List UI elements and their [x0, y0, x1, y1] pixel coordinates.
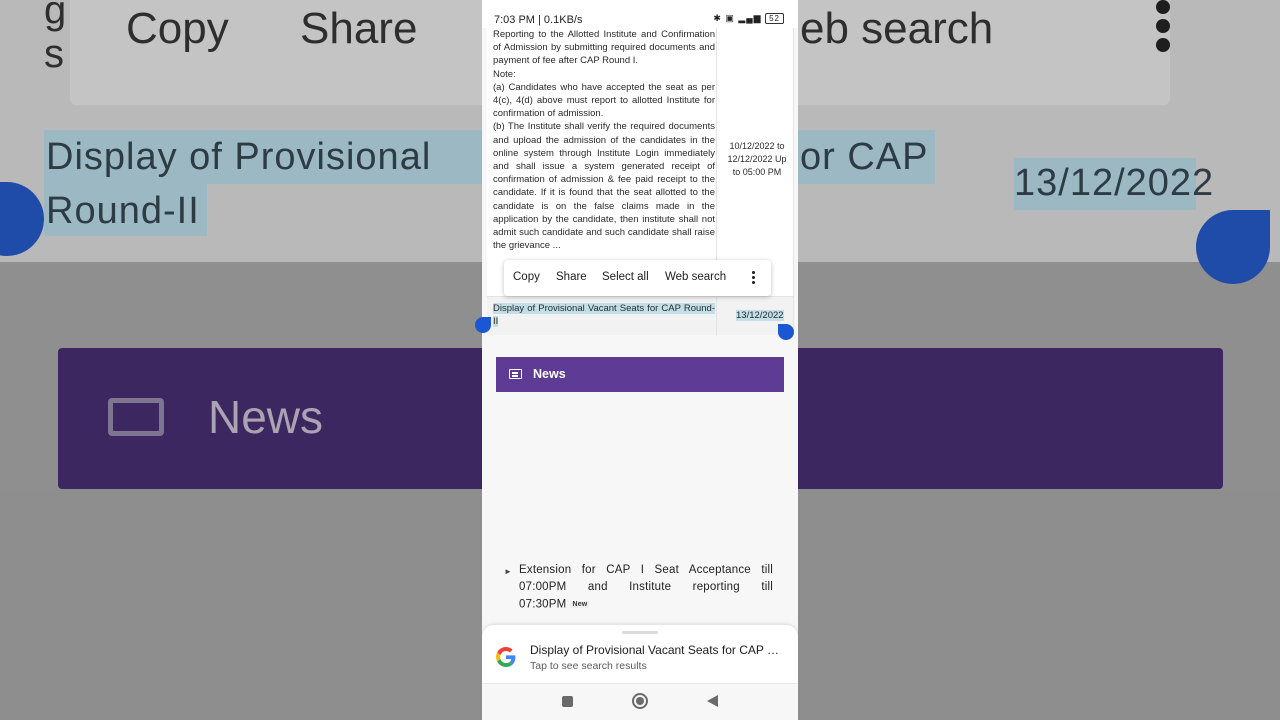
news-header: News [496, 357, 784, 392]
background-web-search: eb search [800, 4, 994, 53]
activity-cell[interactable]: Reporting to the Allotted Institute and … [493, 28, 715, 252]
phone-screen: 7:03 PM | 0.1KB/s ✱ ▣ ▂▄▆ 52 Reporting t… [482, 0, 798, 720]
selected-date-cell[interactable]: 13/12/2022 [736, 310, 784, 321]
status-time: 7:03 PM | 0.1KB/s [494, 14, 583, 26]
back-icon[interactable] [707, 695, 718, 707]
search-subtitle: Tap to see search results [530, 660, 647, 672]
background-more-icon [1156, 0, 1174, 58]
sheet-drag-handle[interactable] [622, 631, 658, 634]
google-icon [496, 647, 516, 667]
web-search-button[interactable]: Web search [665, 271, 726, 283]
activity-paragraph: (b) The Institute shall verify the requi… [493, 121, 715, 252]
news-item-label: Extension for CAP I Seat Acceptance till… [519, 564, 773, 611]
background-left-fragment: g s [44, 0, 66, 76]
news-item-text: Extension for CAP I Seat Acceptance till… [519, 562, 773, 614]
battery-icon: 52 [765, 13, 784, 24]
selection-handle-end[interactable] [778, 324, 794, 340]
background-selected-date: 13/12/2022 [1014, 162, 1215, 204]
table-row-selected: Display of Provisional Vacant Seats for … [487, 297, 793, 335]
google-search-sheet[interactable]: Display of Provisional Vacant Seats for … [482, 625, 798, 683]
background-selected-line1-right: or CAP [800, 136, 929, 178]
selection-handle-start[interactable] [475, 317, 491, 333]
table-row: Reporting to the Allotted Institute and … [487, 28, 793, 297]
selected-activity-cell[interactable]: Display of Provisional Vacant Seats for … [493, 302, 715, 328]
activity-paragraph: Reporting to the Allotted Institute and … [493, 29, 715, 67]
activity-paragraph: Note: [493, 68, 516, 80]
share-button[interactable]: Share [556, 271, 587, 283]
select-all-button[interactable]: Select all [602, 271, 649, 283]
background-share: Share [300, 4, 418, 53]
status-bar: 7:03 PM | 0.1KB/s ✱ ▣ ▂▄▆ 52 [482, 0, 798, 28]
background-handle-right [1196, 210, 1270, 284]
background-news-icon [108, 398, 164, 436]
background-copy: Copy [126, 4, 229, 53]
signal-icon: ✱ ▣ ▂▄▆ [713, 13, 762, 23]
background-selected-line2: Round-II [46, 190, 200, 232]
activity-paragraph: (a) Candidates who have accepted the sea… [493, 81, 715, 120]
background-fragment-1: g [44, 0, 67, 32]
recents-icon[interactable] [562, 696, 573, 707]
new-badge: New [570, 601, 590, 608]
background-selected-line1: Display of Provisional [46, 136, 432, 178]
background-news-label: News [208, 391, 324, 443]
navigation-bar [482, 683, 798, 720]
bullet-arrow-icon: ► [504, 567, 512, 576]
selected-activity-text: Display of Provisional Vacant Seats for … [493, 303, 715, 328]
status-icons: ✱ ▣ ▂▄▆ 52 [713, 13, 784, 24]
text-selection-menu: Copy Share Select all Web search [504, 260, 771, 296]
background-fragment-2: s [44, 32, 64, 76]
date-cell[interactable]: 10/12/2022 to 12/12/2022 Up to 05:00 PM [723, 140, 791, 179]
home-icon[interactable] [632, 693, 648, 709]
copy-button[interactable]: Copy [513, 271, 540, 283]
news-icon [509, 369, 522, 379]
news-title: News [533, 367, 566, 381]
search-query-title: Display of Provisional Vacant Seats for … [530, 643, 786, 657]
more-vert-icon[interactable] [752, 271, 756, 286]
